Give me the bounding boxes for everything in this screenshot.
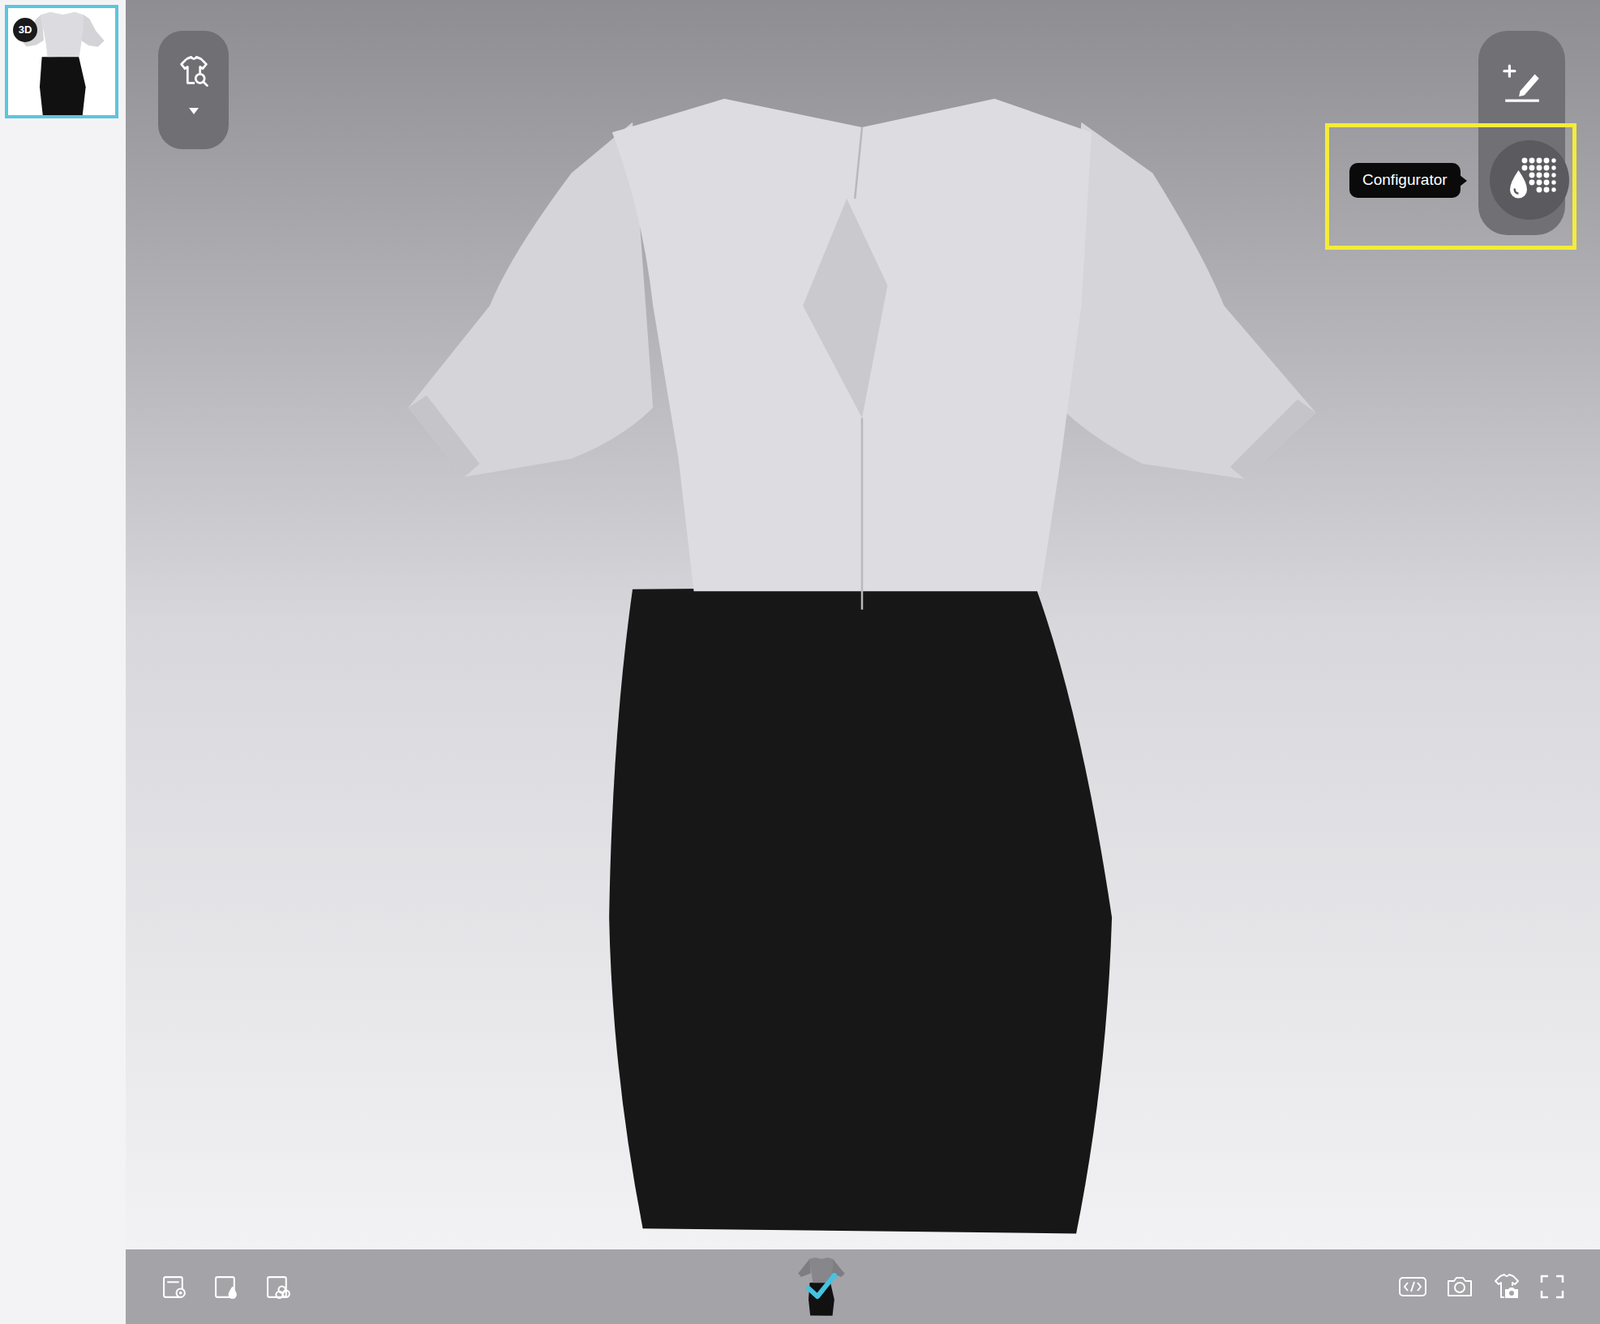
settings-icon[interactable]	[161, 1273, 189, 1301]
add-annotation-icon[interactable]	[1501, 61, 1544, 104]
check-icon	[805, 1272, 838, 1302]
embed-code-icon[interactable]	[1398, 1275, 1427, 1299]
garment-snapshot-icon[interactable]	[1492, 1273, 1521, 1301]
garment-search-icon[interactable]	[175, 53, 212, 90]
viewer-area: Configurator	[125, 0, 1600, 1324]
colorway-grid-icon	[1502, 153, 1557, 207]
color-icon[interactable]	[213, 1273, 241, 1301]
configurator-button[interactable]	[1489, 140, 1570, 220]
app: 3D	[0, 0, 1600, 1324]
garment-model-icon[interactable]	[387, 91, 1337, 1244]
sidebar: 3D	[0, 0, 126, 1324]
3d-viewport[interactable]: Configurator	[125, 0, 1600, 1250]
camera-icon[interactable]	[1445, 1274, 1474, 1300]
configurator-tooltip: Configurator	[1349, 163, 1461, 198]
colorway-thumbnail[interactable]	[797, 1254, 846, 1320]
fullscreen-icon[interactable]	[1539, 1274, 1565, 1300]
colorway-thumbnail-icon	[797, 1254, 846, 1320]
colorways-icon[interactable]	[265, 1273, 292, 1301]
3d-badge: 3D	[12, 17, 38, 43]
garment-thumbnail[interactable]: 3D	[4, 4, 119, 119]
bottom-toolbar	[125, 1249, 1600, 1324]
dropdown-arrow-icon[interactable]	[188, 107, 200, 116]
view-options	[158, 30, 229, 150]
